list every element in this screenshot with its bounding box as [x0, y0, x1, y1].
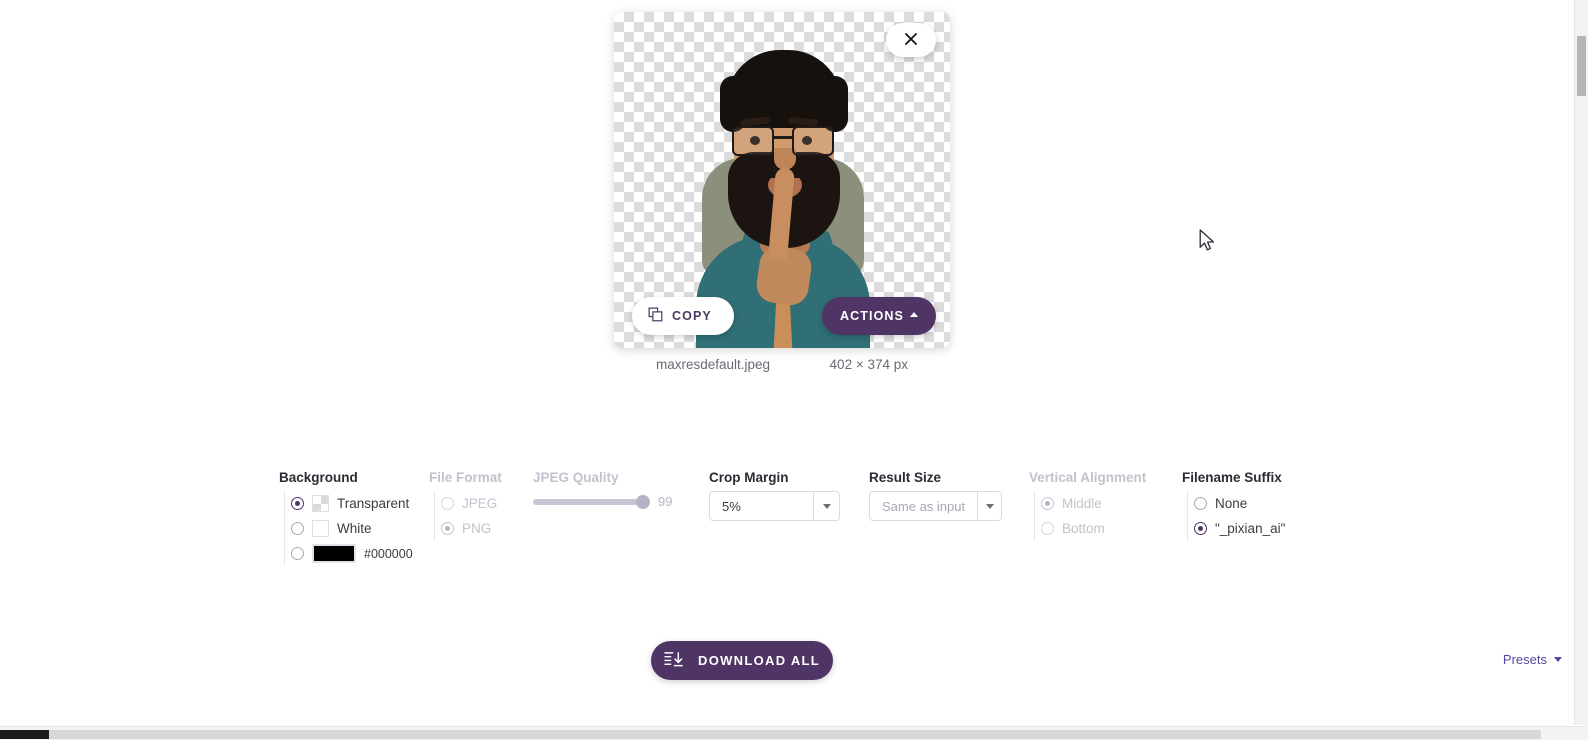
- result-size-title: Result Size: [869, 470, 942, 485]
- copy-button-label: COPY: [672, 309, 712, 323]
- copy-button[interactable]: COPY: [632, 297, 734, 335]
- jpeg-quality-slider: [533, 494, 650, 509]
- background-title: Background: [279, 470, 358, 485]
- vertical-scrollbar-thumb[interactable]: [1577, 36, 1586, 96]
- chevron-down-icon: [1554, 657, 1562, 662]
- radio-white[interactable]: [291, 522, 304, 535]
- jpeg-quality-title: JPEG Quality: [533, 470, 619, 485]
- background-option-transparent[interactable]: Transparent: [291, 491, 413, 516]
- result-size-dropdown-arrow[interactable]: [977, 492, 1001, 520]
- filename-suffix-option-pixian[interactable]: "_pixian_ai": [1194, 516, 1285, 541]
- presets-button[interactable]: Presets: [1503, 652, 1562, 667]
- file-format-options: JPEG PNG: [434, 491, 502, 541]
- radio-jpeg: [441, 497, 454, 510]
- image-preview-card: COPY ACTIONS: [614, 12, 950, 348]
- radio-suffix-pixian[interactable]: [1194, 522, 1207, 535]
- radio-middle: [1041, 497, 1054, 510]
- result-size-value: Same as input: [882, 498, 966, 514]
- crop-margin-dropdown[interactable]: 5%: [709, 491, 840, 521]
- download-all-button[interactable]: DOWNLOAD ALL: [651, 641, 833, 680]
- file-format-label-png: PNG: [462, 521, 492, 536]
- vertical-alignment-label-middle: Middle: [1062, 496, 1102, 511]
- vertical-alignment-option-bottom: Bottom: [1041, 516, 1146, 541]
- swatch-white-icon: [312, 520, 329, 537]
- settings-row: Background Transparent White #000000 Fil…: [0, 470, 1588, 580]
- background-label-hex: #000000: [364, 546, 413, 561]
- vertical-alignment-option-middle: Middle: [1041, 491, 1146, 516]
- setting-group-result-size: Result Size Same as input: [869, 470, 1002, 521]
- setting-group-filename-suffix: Filename Suffix None "_pixian_ai": [1182, 470, 1285, 541]
- radio-transparent[interactable]: [291, 497, 304, 510]
- chevron-down-icon: [985, 503, 994, 509]
- filename-suffix-label-none: None: [1215, 496, 1248, 511]
- image-dimensions: 402 × 374 px: [829, 357, 908, 372]
- radio-bottom: [1041, 522, 1054, 535]
- slider-thumb: [636, 494, 650, 509]
- jpeg-quality-value: 99: [658, 494, 673, 509]
- jpeg-quality-slider-wrap: 99: [533, 494, 672, 509]
- setting-group-background: Background Transparent White #000000: [279, 470, 413, 566]
- filename-suffix-title: Filename Suffix: [1182, 470, 1282, 485]
- radio-color[interactable]: [291, 547, 304, 560]
- mouse-cursor: [1199, 229, 1216, 258]
- download-all-label: DOWNLOAD ALL: [698, 653, 820, 668]
- radio-png: [441, 522, 454, 535]
- swatch-transparent-icon: [312, 495, 329, 512]
- radio-suffix-none[interactable]: [1194, 497, 1207, 510]
- close-button[interactable]: [886, 23, 936, 57]
- actions-button[interactable]: ACTIONS: [822, 297, 936, 335]
- close-icon: [903, 31, 919, 50]
- presets-label: Presets: [1502, 652, 1547, 667]
- color-swatch-input[interactable]: [312, 544, 356, 563]
- crop-margin-value: 5%: [722, 498, 741, 514]
- app-page: COPY ACTIONS maxresdefault.jpeg 402 × 37…: [0, 0, 1588, 740]
- image-filename: maxresdefault.jpeg: [656, 357, 771, 372]
- setting-group-jpeg-quality: JPEG Quality 99: [533, 470, 672, 509]
- copy-icon: [648, 307, 663, 325]
- background-label-transparent: Transparent: [337, 496, 410, 511]
- vertical-alignment-options: Middle Bottom: [1034, 491, 1146, 541]
- background-label-white: White: [337, 521, 372, 536]
- file-format-option-jpeg: JPEG: [441, 491, 502, 516]
- filename-suffix-label-pixian: "_pixian_ai": [1215, 521, 1286, 536]
- actions-button-label: ACTIONS: [840, 309, 904, 323]
- horizontal-scrollbar[interactable]: [0, 726, 1588, 740]
- filename-suffix-options: None "_pixian_ai": [1187, 491, 1285, 541]
- vertical-alignment-label-bottom: Bottom: [1062, 521, 1105, 536]
- setting-group-file-format: File Format JPEG PNG: [429, 470, 502, 541]
- image-meta: maxresdefault.jpeg 402 × 374 px: [614, 357, 950, 372]
- download-list-icon: [664, 650, 685, 672]
- background-option-white[interactable]: White: [291, 516, 413, 541]
- background-options: Transparent White #000000: [284, 491, 413, 566]
- setting-group-crop-margin: Crop Margin 5%: [709, 470, 840, 521]
- result-size-dropdown[interactable]: Same as input: [869, 491, 1002, 521]
- background-option-color[interactable]: #000000: [291, 541, 413, 566]
- setting-group-vertical-alignment: Vertical Alignment Middle Bottom: [1029, 470, 1146, 541]
- filename-suffix-option-none[interactable]: None: [1194, 491, 1285, 516]
- file-format-option-png: PNG: [441, 516, 502, 541]
- vertical-alignment-title: Vertical Alignment: [1029, 470, 1147, 485]
- crop-margin-title: Crop Margin: [709, 470, 789, 485]
- horizontal-scrollbar-track[interactable]: [49, 730, 1541, 739]
- crop-margin-dropdown-arrow[interactable]: [813, 492, 839, 520]
- caret-up-icon: [910, 312, 918, 317]
- chevron-down-icon: [822, 503, 831, 509]
- file-format-label-jpeg: JPEG: [462, 496, 498, 511]
- horizontal-scrollbar-thumb[interactable]: [0, 730, 49, 739]
- file-format-title: File Format: [429, 470, 502, 485]
- vertical-scrollbar[interactable]: [1574, 0, 1588, 725]
